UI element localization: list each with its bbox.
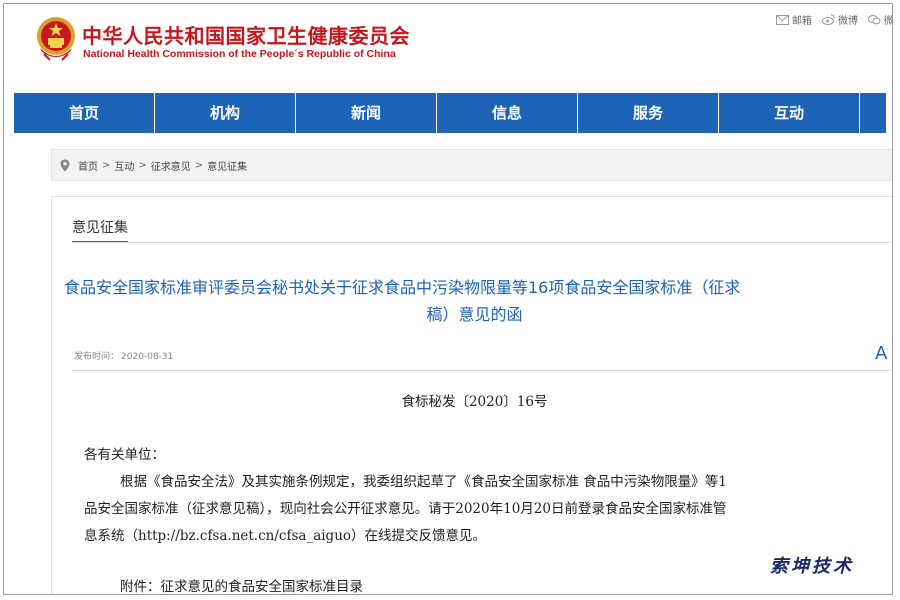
- mail-link[interactable]: 邮箱: [776, 12, 812, 27]
- wechat-icon: [868, 15, 881, 25]
- breadcrumb-separator: >: [138, 159, 147, 171]
- page-frame: 中华人民共和国国家卫生健康委员会 National Health Commiss…: [3, 3, 893, 595]
- breadcrumb: 首页 > 互动 > 征求意见 > 意见征集: [51, 149, 891, 181]
- wechat-link-label: 微: [884, 16, 893, 27]
- article-panel: 意见征集 食品安全国家标准审评委员会秘书处关于征求食品中污染物限量等16项食品安…: [51, 196, 892, 594]
- mail-link-label: 邮箱: [792, 16, 812, 27]
- breadcrumb-consultation[interactable]: 征求意见: [151, 158, 191, 173]
- site-title-en: National Health Commission of the People…: [83, 48, 396, 60]
- breadcrumb-separator: >: [194, 159, 204, 171]
- nav-item-news[interactable]: 新闻: [296, 93, 437, 133]
- weibo-link-label: 微博: [838, 16, 858, 27]
- weibo-icon: [822, 14, 835, 25]
- body-paragraph-line3: 息系统（http://bz.cfsa.net.cn/cfsa_aiguo）在线提…: [84, 528, 487, 544]
- article-title-line1: 食品安全国家标准审评委员会秘书处关于征求食品中污染物限量等16项食品安全国家标准…: [64, 278, 741, 297]
- main-nav: 首页 机构 新闻 信息 服务 互动: [14, 93, 886, 133]
- publish-date: 2020-08-31: [121, 352, 174, 362]
- meta-divider: [72, 370, 892, 371]
- salutation: 各有关单位：: [84, 447, 165, 463]
- national-emblem-icon: [37, 17, 75, 61]
- publish-meta: 发布时间： 2020-08-31: [74, 349, 173, 362]
- nav-item-services[interactable]: 服务: [578, 93, 719, 133]
- nav-item-interaction[interactable]: 互动: [719, 93, 860, 133]
- wechat-link[interactable]: 微: [868, 12, 893, 27]
- nav-item-home[interactable]: 首页: [14, 93, 155, 133]
- font-size-button[interactable]: A: [875, 343, 887, 364]
- body-paragraph-line2: 品安全国家标准（征求意见稿），现向社会公开征求意见。请于2020年10月20日前…: [84, 501, 727, 517]
- document-number: 食标秘发〔2020〕16号: [401, 394, 548, 410]
- weibo-link[interactable]: 微博: [822, 12, 858, 27]
- article-title-line2: 稿）意见的函: [426, 305, 523, 324]
- breadcrumb-interaction[interactable]: 互动: [114, 158, 134, 173]
- section-divider: [72, 242, 892, 243]
- site-header: 中华人民共和国国家卫生健康委员会 National Health Commiss…: [4, 4, 893, 89]
- breadcrumb-home[interactable]: 首页: [78, 158, 98, 173]
- mail-icon: [776, 14, 789, 25]
- nav-item-institutions[interactable]: 机构: [155, 93, 296, 133]
- site-title-cn: 中华人民共和国国家卫生健康委员会: [82, 24, 410, 48]
- breadcrumb-separator: >: [102, 159, 111, 171]
- attachment-link[interactable]: 附件：征求意见的食品安全国家标准目录: [120, 575, 363, 594]
- nav-item-information[interactable]: 信息: [437, 93, 578, 133]
- watermark: 索坤技术: [770, 556, 854, 577]
- publish-label: 发布时间：: [74, 352, 120, 362]
- top-links: 邮箱 微博 微: [776, 12, 893, 27]
- location-pin-icon: [60, 159, 70, 171]
- breadcrumb-current: 意见征集: [207, 161, 248, 173]
- nav-item-more[interactable]: [860, 93, 886, 133]
- section-title: 意见征集: [72, 217, 128, 243]
- body-paragraph-line1: 根据《食品安全法》及其实施条例规定，我委组织起草了《食品安全国家标准 食品中污染…: [120, 474, 727, 490]
